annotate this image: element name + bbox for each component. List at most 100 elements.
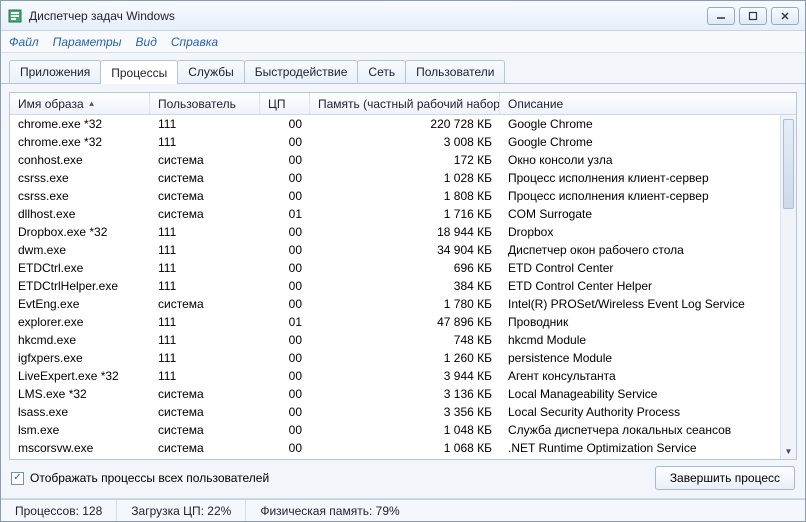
cell-cpu: 00 <box>260 369 310 383</box>
menu-help[interactable]: Справка <box>171 35 218 49</box>
cell-memory: 1 780 КБ <box>310 297 500 311</box>
col-image[interactable]: Имя образа ▲ <box>10 93 150 114</box>
end-process-button[interactable]: Завершить процесс <box>655 466 795 490</box>
cell-cpu: 00 <box>260 135 310 149</box>
cell-memory: 748 КБ <box>310 333 500 347</box>
cell-cpu: 00 <box>260 117 310 131</box>
cell-description: Google Chrome <box>500 117 780 131</box>
table-row[interactable]: igfxpers.exe111001 260 КБpersistence Mod… <box>10 349 796 367</box>
cell-description: Intel(R) PROSet/Wireless Event Log Servi… <box>500 297 780 311</box>
cell-user: система <box>150 297 260 311</box>
cell-cpu: 00 <box>260 153 310 167</box>
cell-description: COM Surrogate <box>500 207 780 221</box>
cell-memory: 1 048 КБ <box>310 423 500 437</box>
cell-image: lsm.exe <box>10 423 150 437</box>
tab-network[interactable]: Сеть <box>357 60 406 83</box>
cell-image: csrss.exe <box>10 189 150 203</box>
scrollbar[interactable]: ▲ ▼ <box>780 115 796 459</box>
col-cpu[interactable]: ЦП <box>260 93 310 114</box>
cell-description: Служба диспетчера локальных сеансов <box>500 423 780 437</box>
tab-applications[interactable]: Приложения <box>9 60 101 83</box>
table-row[interactable]: dllhost.exeсистема011 716 КБCOM Surrogat… <box>10 205 796 223</box>
table-row[interactable]: mscorsvw.exeсистема001 068 КБ.NET Runtim… <box>10 439 796 457</box>
cell-user: система <box>150 207 260 221</box>
cell-image: EvtEng.exe <box>10 297 150 311</box>
menu-options[interactable]: Параметры <box>53 35 122 49</box>
cell-memory: 3 356 КБ <box>310 405 500 419</box>
tab-users[interactable]: Пользователи <box>405 60 505 83</box>
cell-memory: 3 136 КБ <box>310 387 500 401</box>
table-row[interactable]: csrss.exeсистема001 808 КБПроцесс исполн… <box>10 187 796 205</box>
cell-user: 111 <box>150 351 260 365</box>
col-user[interactable]: Пользователь <box>150 93 260 114</box>
cell-image: Dropbox.exe *32 <box>10 225 150 239</box>
menubar: Файл Параметры Вид Справка <box>1 31 805 53</box>
table-row[interactable]: Dropbox.exe *321110018 944 КБDropbox <box>10 223 796 241</box>
cell-user: 111 <box>150 315 260 329</box>
table-row[interactable]: EvtEng.exeсистема001 780 КБIntel(R) PROS… <box>10 295 796 313</box>
minimize-button[interactable] <box>707 7 735 25</box>
table-row[interactable]: ETDCtrlHelper.exe11100384 КБETD Control … <box>10 277 796 295</box>
table-row[interactable]: csrss.exeсистема001 028 КБПроцесс исполн… <box>10 169 796 187</box>
maximize-button[interactable] <box>739 7 767 25</box>
cell-image: chrome.exe *32 <box>10 135 150 149</box>
cell-image: dwm.exe <box>10 243 150 257</box>
menu-file[interactable]: Файл <box>9 35 39 49</box>
table-row[interactable]: chrome.exe *3211100220 728 КБGoogle Chro… <box>10 115 796 133</box>
statusbar: Процессов: 128 Загрузка ЦП: 22% Физическ… <box>1 499 805 521</box>
status-processes: Процессов: 128 <box>1 500 117 521</box>
col-image-label: Имя образа <box>18 97 84 111</box>
close-button[interactable] <box>771 7 799 25</box>
cell-image: explorer.exe <box>10 315 150 329</box>
cell-image: igfxpers.exe <box>10 351 150 365</box>
cell-cpu: 00 <box>260 297 310 311</box>
table-row[interactable]: explorer.exe1110147 896 КБПроводник <box>10 313 796 331</box>
table-row[interactable]: hkcmd.exe11100748 КБhkcmd Module <box>10 331 796 349</box>
tab-services[interactable]: Службы <box>177 60 244 83</box>
tab-performance[interactable]: Быстродействие <box>244 60 359 83</box>
cell-cpu: 00 <box>260 351 310 365</box>
cell-image: hkcmd.exe <box>10 333 150 347</box>
cell-memory: 47 896 КБ <box>310 315 500 329</box>
scroll-thumb[interactable] <box>783 119 794 209</box>
table-row[interactable]: dwm.exe1110034 904 КБДиспетчер окон рабо… <box>10 241 796 259</box>
table-row[interactable]: ETDCtrl.exe11100696 КБETD Control Center <box>10 259 796 277</box>
table-row[interactable]: lsm.exeсистема001 048 КБСлужба диспетчер… <box>10 421 796 439</box>
col-description[interactable]: Описание <box>500 93 780 114</box>
cell-memory: 34 904 КБ <box>310 243 500 257</box>
status-memory: Физическая память: 79% <box>246 500 413 521</box>
show-all-users-checkbox[interactable]: ✓ Отображать процессы всех пользователей <box>11 471 269 485</box>
cell-image: csrss.exe <box>10 171 150 185</box>
table-row[interactable]: LiveExpert.exe *32111003 944 КБАгент кон… <box>10 367 796 385</box>
table-row[interactable]: LMS.exe *32система003 136 КБLocal Manage… <box>10 385 796 403</box>
cell-cpu: 00 <box>260 441 310 455</box>
cell-cpu: 01 <box>260 315 310 329</box>
cell-description: Dropbox <box>500 225 780 239</box>
cell-cpu: 00 <box>260 189 310 203</box>
cell-user: система <box>150 423 260 437</box>
cell-user: 111 <box>150 333 260 347</box>
cell-user: 111 <box>150 225 260 239</box>
checkbox-label: Отображать процессы всех пользователей <box>30 471 269 485</box>
col-memory[interactable]: Память (частный рабочий набор) <box>310 93 500 114</box>
cell-user: система <box>150 189 260 203</box>
status-cpu: Загрузка ЦП: 22% <box>117 500 246 521</box>
cell-user: 111 <box>150 135 260 149</box>
scroll-down-icon[interactable]: ▼ <box>781 443 796 459</box>
menu-view[interactable]: Вид <box>136 35 157 49</box>
table-row[interactable]: chrome.exe *32111003 008 КБGoogle Chrome <box>10 133 796 151</box>
cell-user: система <box>150 153 260 167</box>
cell-memory: 1 260 КБ <box>310 351 500 365</box>
table-row[interactable]: lsass.exeсистема003 356 КБLocal Security… <box>10 403 796 421</box>
cell-image: ETDCtrlHelper.exe <box>10 279 150 293</box>
cell-memory: 18 944 КБ <box>310 225 500 239</box>
tab-processes[interactable]: Процессы <box>100 60 178 84</box>
cell-cpu: 00 <box>260 333 310 347</box>
sort-asc-icon: ▲ <box>88 99 96 108</box>
cell-description: persistence Module <box>500 351 780 365</box>
process-list: Имя образа ▲ Пользователь ЦП Память (час… <box>9 92 797 460</box>
table-row[interactable]: conhost.exeсистема00172 КБОкно консоли у… <box>10 151 796 169</box>
cell-memory: 696 КБ <box>310 261 500 275</box>
cell-memory: 1 716 КБ <box>310 207 500 221</box>
cell-description: Окно консоли узла <box>500 153 780 167</box>
